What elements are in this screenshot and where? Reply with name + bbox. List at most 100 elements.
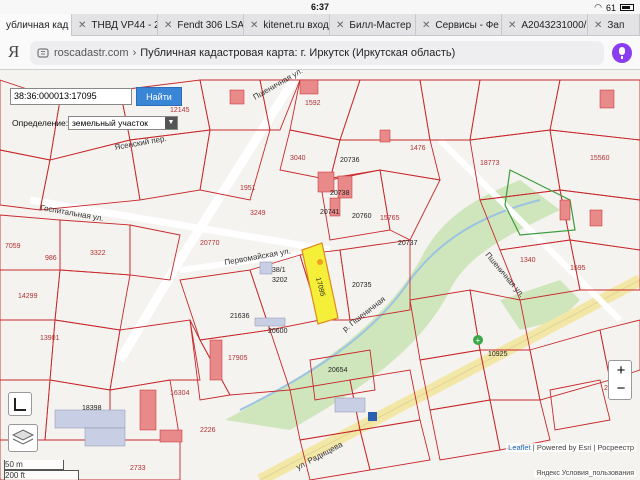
parcel-label: 1340	[520, 257, 536, 264]
parcel-label: 1476	[410, 145, 426, 152]
tab-label: A2043231000/	[521, 19, 587, 31]
parcel-label: 10925	[488, 351, 508, 358]
terms-link[interactable]: Яндекс Условия_пользования	[534, 470, 636, 477]
cadastral-number-input[interactable]: 38:36:000013:17095	[10, 88, 132, 105]
map-canvas[interactable]: Пшеничная ул. Госпитальная ул. Ясенский …	[0, 70, 640, 480]
browser-tab[interactable]: ✕ Зап	[588, 14, 640, 36]
tab-label: Сервисы - Фе	[435, 19, 499, 31]
microphone-icon[interactable]	[612, 43, 632, 63]
parcel-label: 16304	[170, 390, 190, 397]
browser-tab[interactable]: ✕ Билл-Мастер	[330, 14, 416, 36]
status-right: ◠ 61	[594, 2, 634, 13]
parcel-label: 986	[45, 255, 57, 262]
parcel-label: 18773	[480, 160, 500, 167]
battery-icon	[620, 4, 634, 11]
parcel-label: 1595	[570, 265, 586, 272]
parcel-label: 20735	[352, 282, 372, 289]
layers-button[interactable]	[8, 424, 38, 452]
tab-label: убличная кад	[6, 19, 69, 31]
parcel-label: 3202	[272, 277, 288, 284]
close-icon[interactable]: ✕	[508, 20, 516, 31]
clock: 6:37	[310, 2, 329, 12]
transport-icon[interactable]	[368, 412, 377, 421]
parcel-label: 20654	[328, 367, 348, 374]
browser-tab[interactable]: ✕ kitenet.ru вход	[244, 14, 330, 36]
parcel-label: 7059	[5, 243, 21, 250]
page-title: Публичная кадастровая карта: г. Иркутск …	[140, 47, 456, 59]
attribution-text: | Powered by Esri | Росреестр	[532, 443, 634, 452]
close-icon[interactable]: ✕	[250, 20, 258, 31]
tab-label: Билл-Мастер	[349, 19, 412, 31]
browser-tab[interactable]: ✕ Fendt 306 LSA	[158, 14, 244, 36]
find-button[interactable]: Найти	[136, 87, 182, 106]
browser-tab[interactable]: убличная кад	[0, 14, 72, 36]
close-icon[interactable]: ✕	[422, 20, 430, 31]
close-icon[interactable]: ✕	[336, 20, 344, 31]
map-attribution: Leaflet | Powered by Esri | Росреестр	[506, 443, 636, 452]
parcel-label: 3249	[250, 210, 266, 217]
parcel-label: 20770	[200, 240, 220, 247]
chevron-down-icon: ▼	[165, 117, 177, 129]
parcel-label: 17905	[228, 355, 248, 362]
url-separator: ›	[132, 47, 137, 59]
scale-imperial-label: 200 ft	[5, 471, 26, 480]
cadastral-map[interactable]: Пшеничная ул. Госпитальная ул. Ясенский …	[0, 70, 640, 480]
yandex-logo-icon[interactable]: Я	[8, 42, 19, 62]
pshenichnaya-road	[116, 70, 304, 363]
parcel-label: 15560	[590, 155, 610, 162]
browser-tab[interactable]: ✕ A2043231000/	[502, 14, 588, 36]
street-label: Первомайская ул.	[224, 246, 292, 267]
tab-label: ТНВД VP44 - 2	[91, 19, 158, 31]
close-icon[interactable]: ✕	[78, 20, 86, 31]
definition-label: Определение:	[12, 118, 69, 128]
browser-tab[interactable]: ✕ Сервисы - Фе	[416, 14, 502, 36]
gospitalnaya-road	[29, 196, 331, 254]
parcel-label: 3322	[90, 250, 106, 257]
parcel-label: 20736	[340, 157, 360, 164]
parcel-label: 18398	[82, 405, 102, 412]
parcel-label: 2226	[200, 427, 216, 434]
ruler-icon	[14, 398, 26, 411]
parcel-label: 13901	[40, 335, 60, 342]
tab-label: kitenet.ru вход	[263, 19, 329, 31]
zoom-in-button[interactable]: +	[612, 363, 630, 379]
scale-bar-metric: 50 m	[4, 460, 64, 470]
url-domain: roscadastr.com	[54, 47, 129, 59]
battery-percent: 61	[605, 2, 616, 13]
street-label: Ясенский пер.	[114, 134, 168, 152]
browser-tab[interactable]: ✕ ТНВД VP44 - 2	[72, 14, 158, 36]
wifi-icon: ◠	[594, 2, 602, 12]
parcel-label: 14299	[18, 293, 38, 300]
leaflet-link[interactable]: Leaflet	[508, 443, 531, 452]
parcel-label: 20760	[352, 213, 372, 220]
lock-icon	[37, 48, 49, 58]
address-bar[interactable]: roscadastr.com › Публичная кадастровая к…	[30, 41, 604, 65]
definition-select[interactable]: земельный участок ▼	[68, 116, 178, 130]
status-bar: 6:37 ◠ 61	[0, 0, 640, 14]
parcel-marker	[317, 259, 323, 265]
parcel-label: 20741	[320, 209, 340, 216]
parcel-label: 20737	[398, 240, 418, 247]
svg-text:+: +	[476, 336, 481, 345]
close-icon[interactable]: ✕	[594, 20, 602, 31]
ruler-button[interactable]	[8, 392, 32, 416]
scale-bar-imperial: 200 ft	[4, 470, 79, 480]
tab-bar: убличная кад ✕ ТНВД VP44 - 2 ✕ Fendt 306 LSA…	[0, 14, 640, 36]
definition-value: земельный участок	[72, 118, 149, 128]
parcel-label: 3040	[290, 155, 306, 162]
parcel-label: 2733	[130, 465, 146, 472]
parcel-label: 1951	[240, 185, 256, 192]
parcel-label: 12145	[170, 107, 190, 114]
layers-icon	[11, 429, 35, 445]
tab-label: Зап	[607, 19, 625, 31]
zoom-control: + −	[608, 360, 632, 400]
parcel-label: 20738	[330, 190, 350, 197]
zoom-out-button[interactable]: −	[612, 381, 630, 397]
close-icon[interactable]: ✕	[164, 20, 172, 31]
parcel-label: 21636	[230, 313, 250, 320]
parcel-label: 1592	[305, 100, 321, 107]
address-row: Я roscadastr.com › Публичная кадастровая…	[0, 36, 640, 70]
parcel-label: 15765	[380, 215, 400, 222]
tab-label: Fendt 306 LSA	[177, 19, 244, 31]
parcel-label: 38/1	[272, 267, 286, 274]
